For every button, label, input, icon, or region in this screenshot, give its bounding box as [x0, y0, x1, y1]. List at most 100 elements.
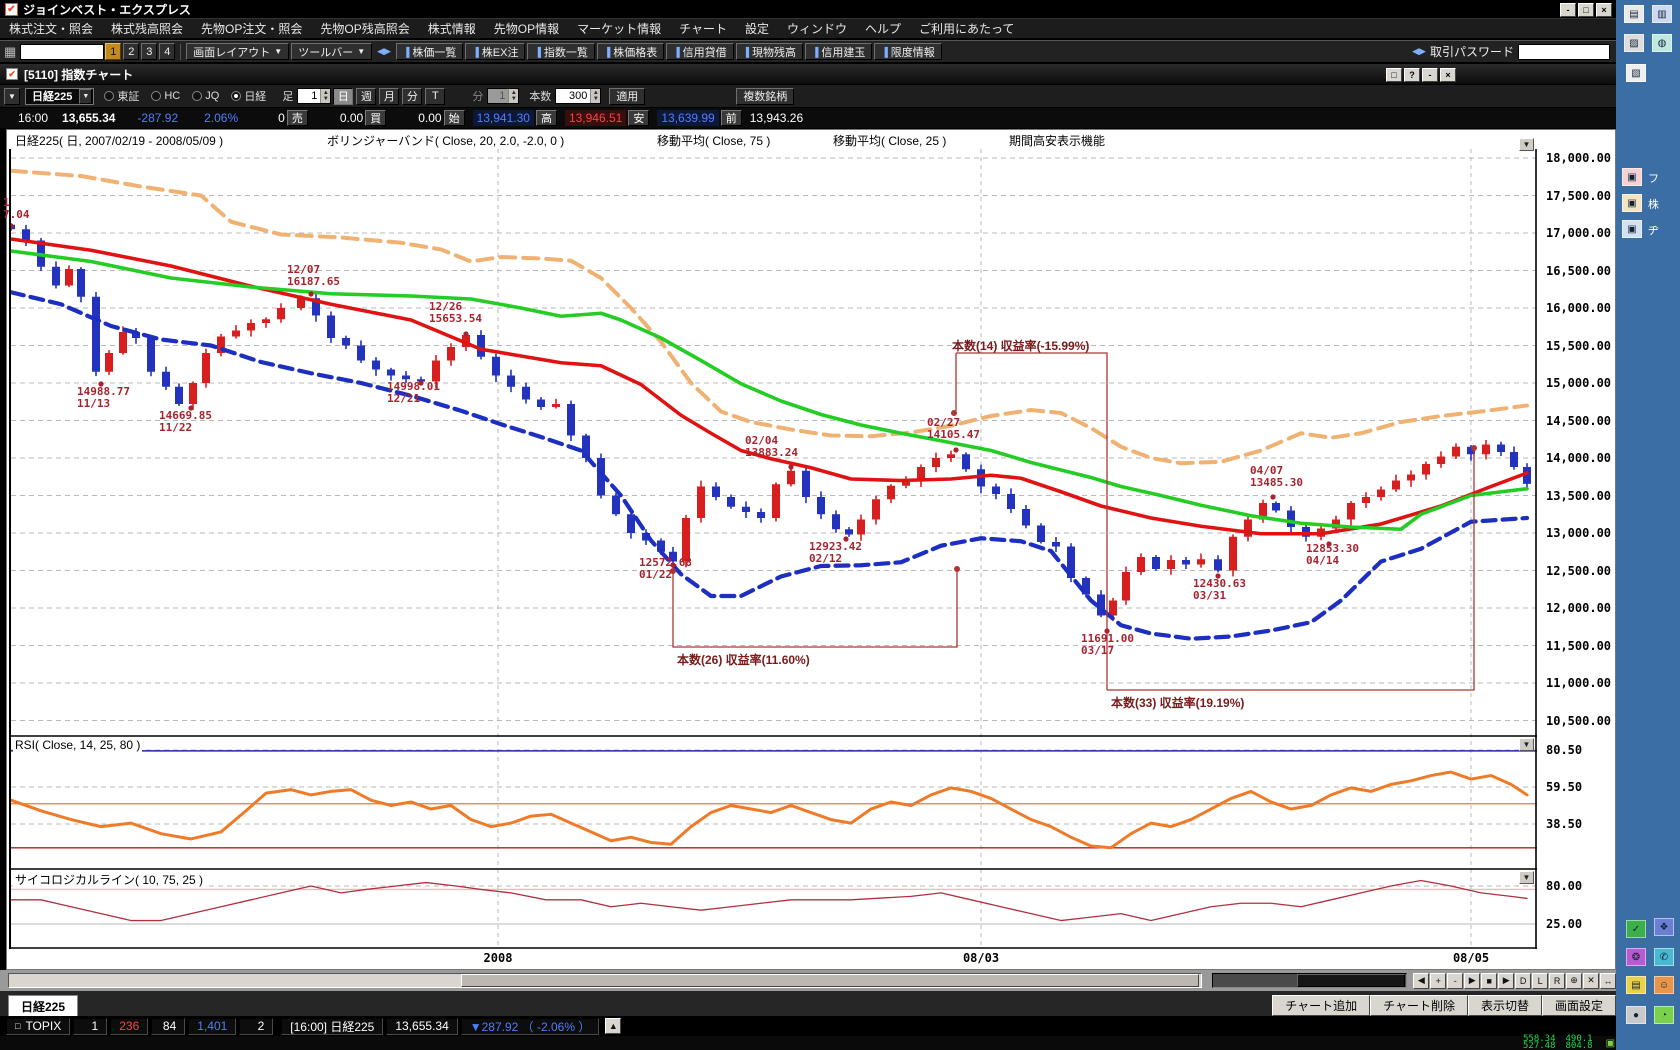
monitor-icon[interactable]: ▥ — [1652, 5, 1672, 23]
step-right-button[interactable]: ▶ — [1464, 973, 1480, 989]
printer-icon[interactable]: ▨ — [1624, 34, 1644, 52]
scroll-up-button[interactable]: ▲ — [605, 1018, 621, 1034]
trade-password-input[interactable] — [1518, 44, 1610, 60]
chart-dropdown-button[interactable]: ▼ — [4, 88, 20, 105]
zoom-range-bar[interactable] — [1212, 973, 1408, 988]
magnifier-button[interactable]: ⊕ — [1566, 973, 1582, 989]
zoom-out-button[interactable]: - — [1447, 973, 1463, 989]
zoom-in-button[interactable]: + — [1430, 973, 1446, 989]
period-button-日[interactable]: 日 — [333, 88, 353, 105]
rsi-axis-label: 59.50 — [1546, 780, 1582, 794]
stop-button[interactable]: ■ — [1481, 973, 1497, 989]
menu-item-3[interactable]: 先物OP残高照会 — [311, 20, 418, 37]
tray-icon-clock[interactable]: ◔ — [1654, 1006, 1674, 1024]
market-radio-HC[interactable]: HC — [151, 90, 180, 102]
chart-minimize-button[interactable]: - — [1422, 68, 1438, 82]
screen-settings-button[interactable]: 画面設定 — [1542, 995, 1616, 1016]
market-radio-日経[interactable]: 日経 — [231, 88, 266, 104]
menu-item-4[interactable]: 株式情報 — [419, 20, 485, 37]
close-button[interactable]: × — [1596, 3, 1612, 17]
chart-h-scrollbar[interactable] — [8, 973, 1202, 988]
r-button[interactable]: R — [1549, 973, 1565, 989]
d-button[interactable]: D — [1515, 973, 1531, 989]
layout-button-3[interactable]: 3 — [141, 43, 157, 60]
multi-symbol-button[interactable]: 複数銘柄 — [736, 88, 794, 105]
screen-layout-button[interactable]: 画面レイアウト ▼ — [186, 43, 289, 60]
tray-icon-purple[interactable]: ❂ — [1626, 948, 1646, 966]
step-left-button[interactable]: ◀ — [1413, 973, 1429, 989]
period-button-月[interactable]: 月 — [379, 88, 399, 105]
chart-close-button[interactable]: × — [1440, 68, 1456, 82]
maximize-button[interactable]: □ — [1578, 3, 1594, 17]
quick-button-5[interactable]: ▐現物残高 — [736, 43, 803, 60]
spinner-arrows-icon[interactable]: ▲▼ — [590, 89, 600, 103]
tray-icon-gray[interactable]: ● — [1626, 1006, 1646, 1024]
y-axis-label: 14,000.00 — [1546, 451, 1611, 465]
layout-button-1[interactable]: 1 — [105, 43, 121, 60]
tray-icon-phone[interactable]: ✆ — [1654, 948, 1674, 966]
shortcut-icon-ji[interactable]: ▣ — [1622, 220, 1642, 238]
l-button[interactable]: L — [1532, 973, 1548, 989]
quick-code-input[interactable] — [20, 44, 104, 60]
market-radio-JQ[interactable]: JQ — [192, 90, 219, 102]
menu-item-8[interactable]: 設定 — [736, 20, 778, 37]
menu-item-5[interactable]: 先物OP情報 — [485, 20, 568, 37]
menu-item-2[interactable]: 先物OP注文・照会 — [192, 20, 311, 37]
tray-icon-orange[interactable]: ☺ — [1654, 976, 1674, 994]
interval-spinner[interactable]: 1▲▼ — [297, 88, 331, 104]
bars-spinner[interactable]: 300▲▼ — [555, 88, 601, 104]
toolbar-menu-button[interactable]: ツールバー ▼ — [291, 43, 372, 60]
add-chart-button[interactable]: チャート追加 — [1272, 995, 1370, 1016]
menu-item-0[interactable]: 株式注文・照会 — [0, 20, 102, 37]
zoom-range-thumb[interactable] — [1297, 974, 1405, 987]
quick-button-6[interactable]: ▐信用建玉 — [805, 43, 872, 60]
chart-restore-button[interactable]: □ — [1386, 68, 1402, 82]
quick-button-4[interactable]: ▐信用貸借 — [666, 43, 733, 60]
play-button[interactable]: ▶ — [1498, 973, 1514, 989]
candle-body — [232, 331, 240, 337]
shortcut-icon-kabu[interactable]: ▣ — [1622, 194, 1642, 212]
fit-button[interactable]: ↔ — [1600, 973, 1616, 989]
menu-item-7[interactable]: チャート — [670, 20, 736, 37]
tray-icon-yellow[interactable]: ▤ — [1626, 976, 1646, 994]
chart-help-button[interactable]: ? — [1404, 68, 1420, 82]
menu-item-9[interactable]: ウィンドウ — [778, 20, 856, 37]
scrollbar-thumb[interactable] — [461, 974, 1199, 987]
chart-tab-nikkei225[interactable]: 日経225 — [8, 995, 78, 1016]
tray-icon-green[interactable]: ✓ — [1626, 920, 1646, 938]
menu-item-1[interactable]: 株式残高照会 — [102, 20, 192, 37]
period-button-分[interactable]: 分 — [402, 88, 422, 105]
quick-button-3[interactable]: ▐株価格表 — [597, 43, 664, 60]
period-button-週[interactable]: 週 — [356, 88, 376, 105]
minimize-button[interactable]: - — [1560, 3, 1576, 17]
apply-button[interactable]: 適用 — [609, 88, 645, 105]
spinner-arrows-icon[interactable]: ▲▼ — [320, 89, 330, 103]
close-chart-button[interactable]: ✕ — [1583, 973, 1599, 989]
info-icon[interactable]: ◍ — [1652, 34, 1672, 52]
quick-button-7[interactable]: ▐限度情報 — [874, 43, 941, 60]
tray-icon-blue[interactable]: ❖ — [1654, 918, 1674, 936]
chevron-down-icon[interactable]: ▼ — [79, 89, 92, 104]
menu-item-11[interactable]: ご利用にあたって — [910, 20, 1023, 37]
symbol-combo[interactable]: 日経225▼ — [25, 88, 94, 105]
notes-icon[interactable]: ▧ — [1626, 64, 1646, 82]
minute-spinner[interactable]: 1▲▼ — [487, 88, 519, 104]
quick-button-0[interactable]: ▐株価一覧 — [396, 43, 463, 60]
toggle-view-button[interactable]: 表示切替 — [1468, 995, 1542, 1016]
chart-area[interactable]: 日経225( 日, 2007/02/19 - 2008/05/09 )ボリンジャ… — [6, 129, 1616, 970]
layout-button-4[interactable]: 4 — [159, 43, 175, 60]
menu-item-10[interactable]: ヘルプ — [856, 20, 910, 37]
market-radio-東証[interactable]: 東証 — [104, 88, 139, 104]
quick-button-2[interactable]: ▐指数一覧 — [527, 43, 594, 60]
psych-panel-menu-button[interactable]: ▼ — [1519, 871, 1534, 884]
spinner-arrows-icon[interactable]: ▲▼ — [508, 89, 518, 103]
quick-button-1[interactable]: ▐株EX注 — [465, 43, 525, 60]
shortcut-icon-fu[interactable]: ▣ — [1622, 168, 1642, 186]
menu-item-6[interactable]: マーケット情報 — [568, 20, 670, 37]
delete-chart-button[interactable]: チャート削除 — [1370, 995, 1468, 1016]
main-panel-menu-button[interactable]: ▼ — [1519, 138, 1534, 151]
layout-button-2[interactable]: 2 — [123, 43, 139, 60]
document-icon[interactable]: ▤ — [1624, 5, 1644, 23]
rsi-panel-menu-button[interactable]: ▼ — [1519, 738, 1534, 751]
period-button-T[interactable]: T — [425, 88, 445, 105]
